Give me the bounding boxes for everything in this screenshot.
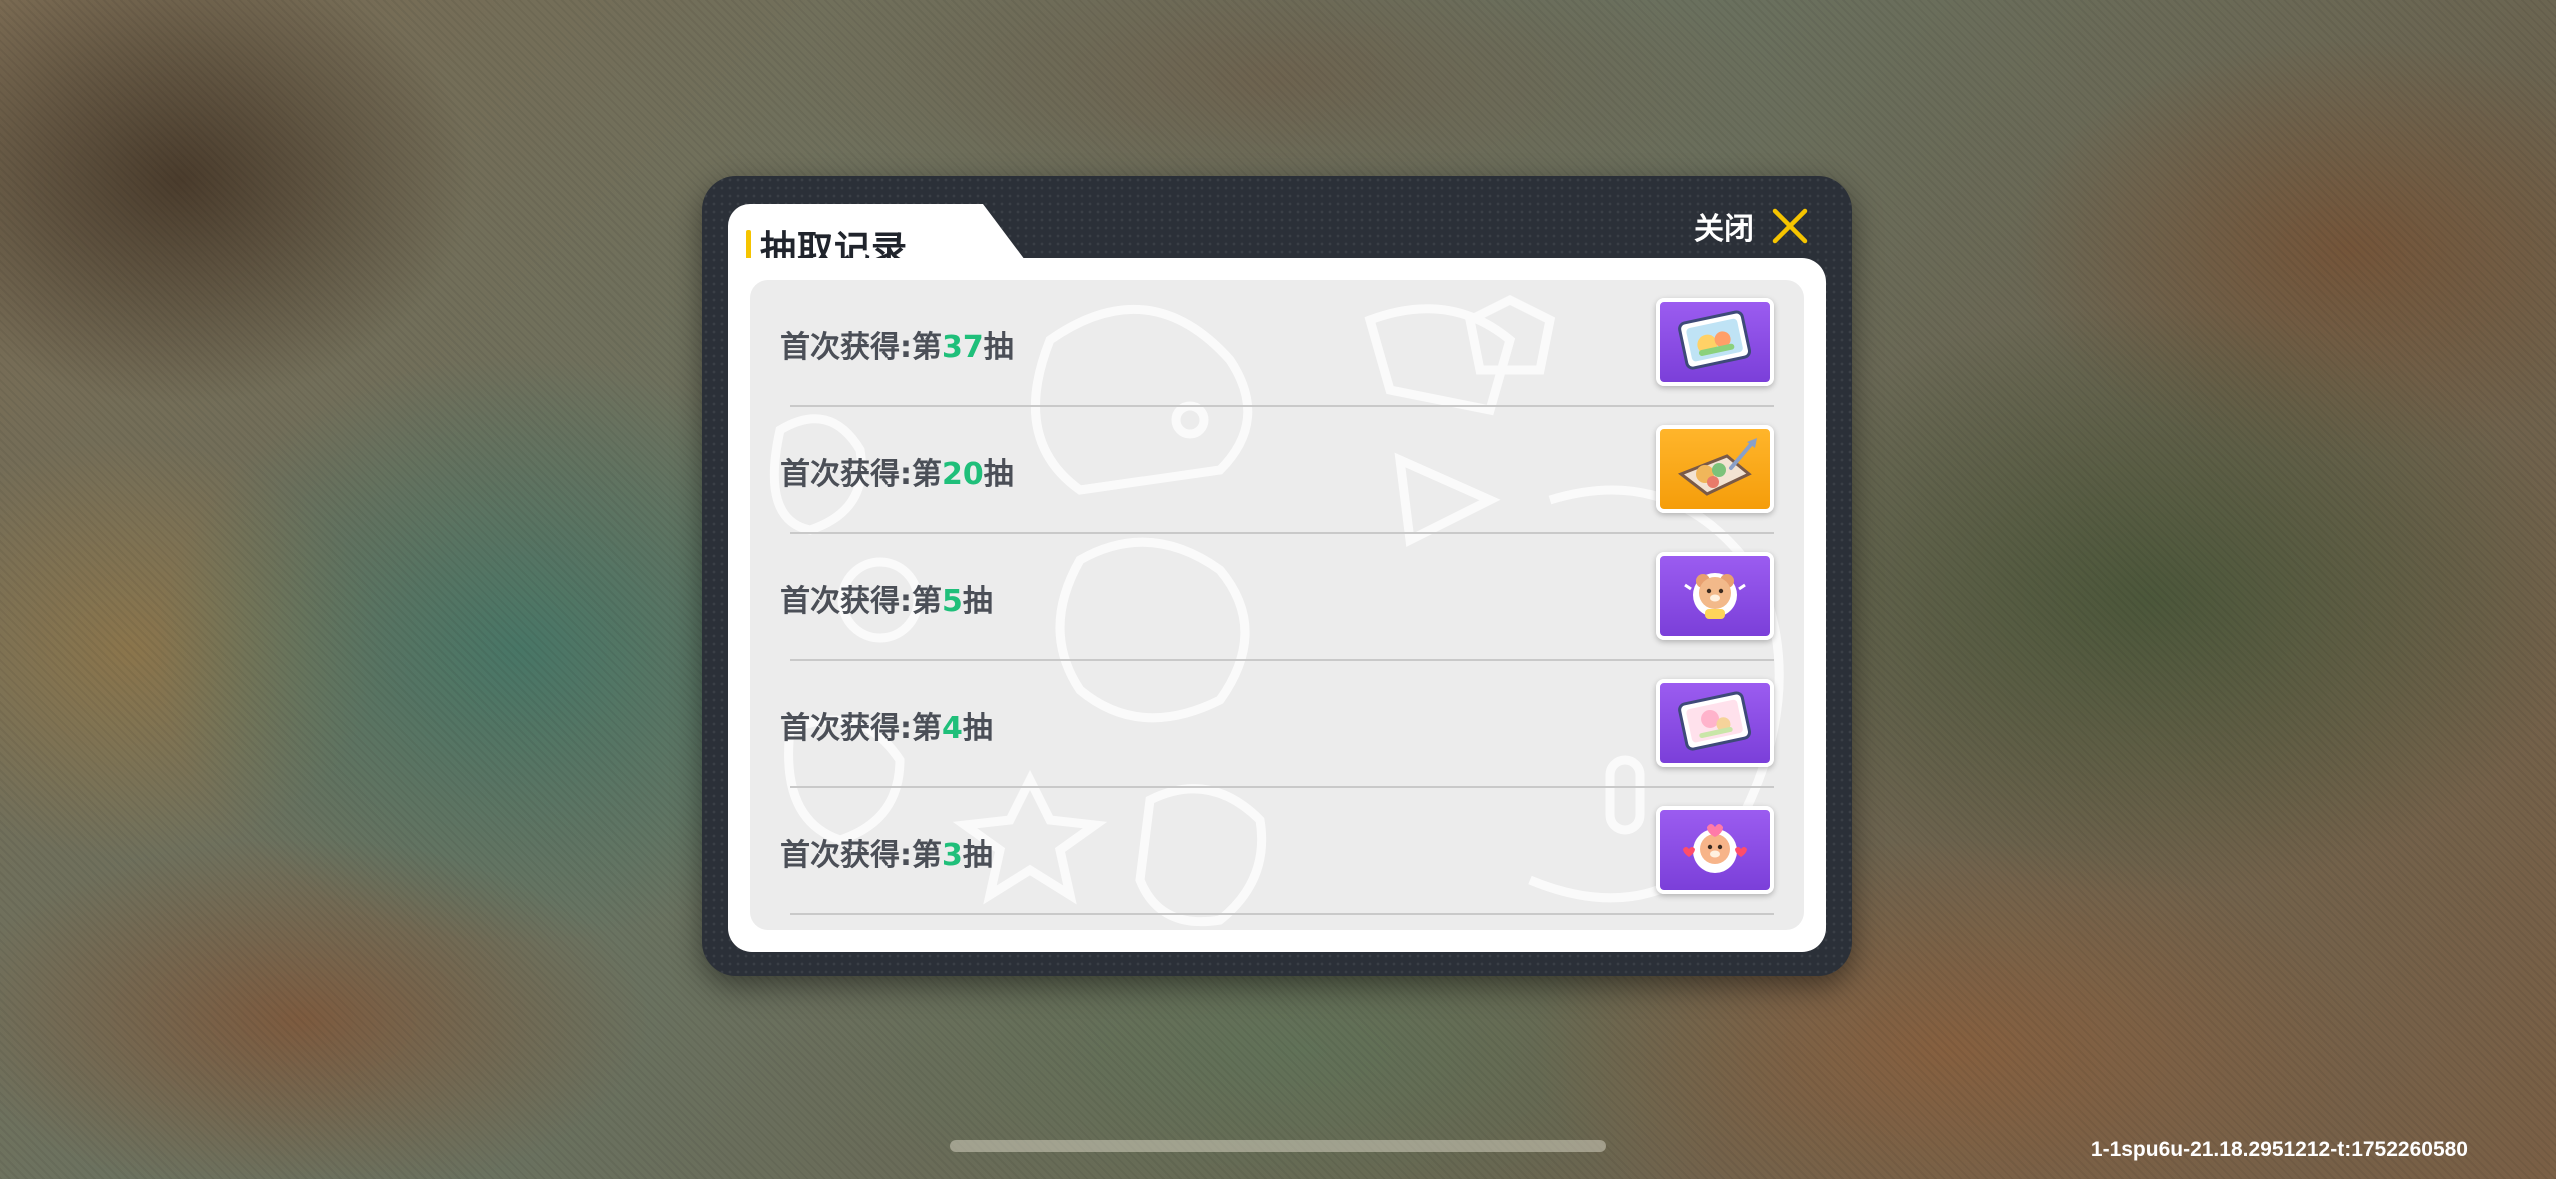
version-string: 1-1spu6u-21.18.2951212-t:1752260580 [2090, 1138, 2468, 1161]
draw-record-dialog: 抽取记录 关闭 首次获得:第37抽 首次获得:第20抽 首次获得:第5抽 首次获… [702, 176, 1852, 976]
draw-number: 3 [942, 837, 963, 873]
record-row: 首次获得:第5抽 [750, 534, 1804, 661]
draw-number: 4 [942, 710, 963, 746]
record-label: 首次获得:第3抽 [780, 837, 993, 873]
row-divider [790, 913, 1774, 915]
record-label: 首次获得:第37抽 [780, 329, 1014, 365]
record-list[interactable]: 首次获得:第37抽 首次获得:第20抽 首次获得:第5抽 首次获得:第4抽 首次… [750, 280, 1804, 930]
reward-item-slot[interactable] [1656, 298, 1774, 386]
dialog-content: 首次获得:第37抽 首次获得:第20抽 首次获得:第5抽 首次获得:第4抽 首次… [728, 258, 1826, 952]
food-card-icon [1678, 310, 1752, 370]
title-accent-bar [746, 230, 751, 260]
record-row: 首次获得:第3抽 [750, 788, 1804, 915]
reward-item-slot[interactable] [1656, 679, 1774, 767]
record-row: 首次获得:第20抽 [750, 407, 1804, 534]
reward-item-slot[interactable] [1656, 552, 1774, 640]
reward-item-slot[interactable] [1656, 806, 1774, 894]
home-indicator[interactable] [950, 1140, 1606, 1152]
close-button[interactable]: 关闭 [1694, 196, 1810, 256]
record-label: 首次获得:第20抽 [780, 456, 1014, 492]
record-row: 首次获得:第37抽 [750, 280, 1804, 407]
reward-item-slot[interactable] [1656, 425, 1774, 513]
bear-sticker-icon [1684, 573, 1746, 619]
draw-number: 37 [942, 329, 984, 365]
heart-bear-sticker-icon [1683, 824, 1747, 873]
pink-card-icon [1678, 691, 1752, 751]
record-row: 首次获得:第4抽 [750, 661, 1804, 788]
draw-number: 20 [942, 456, 984, 492]
close-x-icon [1772, 208, 1808, 244]
draw-number: 5 [942, 583, 963, 619]
close-label: 关闭 [1694, 212, 1754, 247]
record-label: 首次获得:第4抽 [780, 710, 993, 746]
food-platter-icon [1677, 438, 1757, 496]
record-label: 首次获得:第5抽 [780, 583, 993, 619]
